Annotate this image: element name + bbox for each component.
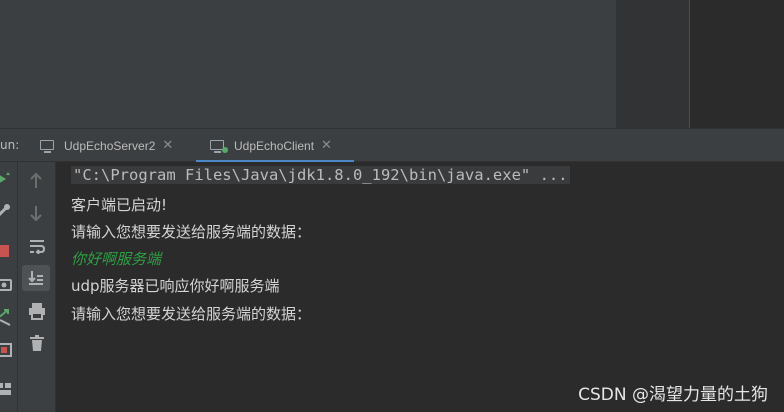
camera-icon[interactable] — [0, 276, 12, 292]
arrow-up-icon[interactable] — [29, 172, 43, 190]
editor-area — [0, 0, 784, 128]
app-window-icon — [40, 139, 56, 153]
restore-layout-icon[interactable] — [0, 308, 12, 326]
close-icon[interactable]: ✕ — [162, 138, 173, 153]
console-output[interactable]: "C:\Program Files\Java\jdk1.8.0_192\bin\… — [56, 162, 784, 412]
tab-udp-echo-server2[interactable]: UdpEchoServer2 ✕ — [40, 129, 173, 162]
app-window-running-icon — [210, 139, 228, 153]
command-line: "C:\Program Files\Java\jdk1.8.0_192\bin\… — [71, 166, 570, 184]
screen-record-icon[interactable] — [0, 342, 12, 358]
run-label: un: — [0, 138, 20, 152]
close-icon[interactable]: ✕ — [321, 138, 332, 153]
watermark: CSDN @渴望力量的土狗 — [578, 385, 768, 405]
console-line: 请输入您想要发送给服务端的数据： — [71, 305, 312, 323]
tab-label: UdpEchoClient — [234, 138, 315, 153]
trash-icon[interactable] — [29, 334, 45, 352]
console-line: 客户端已启动! — [71, 196, 168, 214]
editor-pane — [0, 0, 616, 128]
layout-icon[interactable] — [0, 382, 12, 396]
run-toolbar-secondary — [18, 162, 55, 412]
side-pane — [690, 0, 784, 128]
scroll-to-end-icon[interactable] — [22, 265, 50, 291]
console-line: udp服务器已响应你好啊服务端 — [71, 277, 280, 295]
tab-label: UdpEchoServer2 — [64, 138, 156, 153]
arrow-down-icon[interactable] — [29, 204, 43, 222]
stop-icon[interactable] — [0, 244, 10, 258]
wrench-icon[interactable] — [0, 202, 12, 218]
print-icon[interactable] — [28, 302, 46, 320]
editor-scroll-gutter — [616, 0, 690, 128]
rerun-icon[interactable] — [0, 170, 12, 188]
tab-udp-echo-client[interactable]: UdpEchoClient ✕ — [196, 129, 354, 163]
soft-wrap-icon[interactable] — [28, 238, 46, 254]
run-tab-bar: un: UdpEchoServer2 ✕ UdpEchoClient ✕ — [0, 128, 784, 163]
console-user-input: 你好啊服务端 — [71, 250, 162, 268]
console-line: 请输入您想要发送给服务端的数据： — [71, 223, 312, 241]
run-toolbar-primary — [0, 162, 17, 412]
